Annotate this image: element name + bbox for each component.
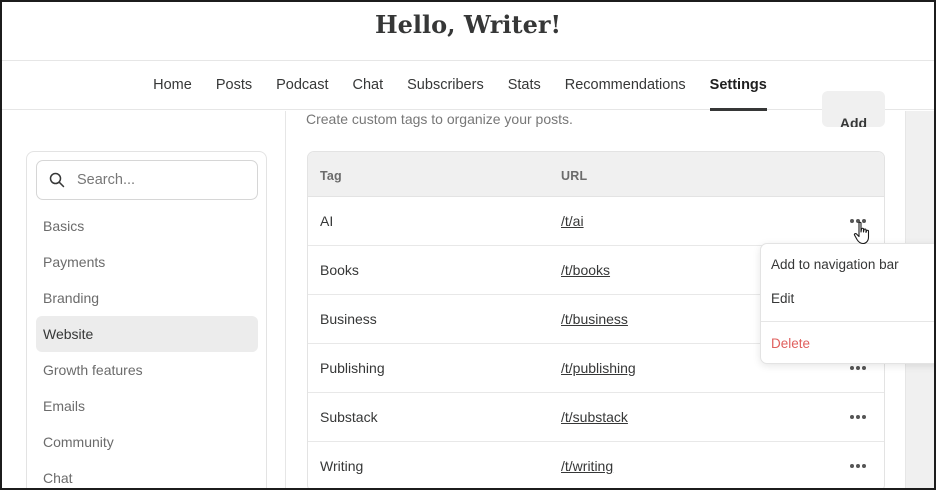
- sidebar-list: Basics Payments Branding Website Growth …: [36, 208, 258, 488]
- tag-name: Substack: [320, 409, 378, 425]
- tag-url-link[interactable]: /t/books: [561, 262, 610, 278]
- settings-sidebar: Basics Payments Branding Website Growth …: [26, 151, 267, 488]
- tab-podcast[interactable]: Podcast: [264, 61, 340, 110]
- add-tag-button[interactable]: Add: [822, 91, 885, 127]
- tag-name: Business: [320, 311, 377, 327]
- divider: [285, 111, 286, 488]
- sidebar-item-basics[interactable]: Basics: [36, 208, 258, 244]
- tab-chat[interactable]: Chat: [341, 61, 396, 110]
- table-row: AI /t/ai: [308, 197, 884, 246]
- tags-subtitle: Create custom tags to organize your post…: [306, 111, 573, 127]
- sidebar-item-branding[interactable]: Branding: [36, 280, 258, 316]
- menu-divider: [761, 321, 934, 322]
- hand-pointer-icon: [853, 221, 870, 245]
- tag-name: AI: [320, 213, 334, 229]
- more-options-button[interactable]: [846, 405, 870, 429]
- tab-settings[interactable]: Settings: [698, 61, 779, 111]
- tag-url-link[interactable]: /t/business: [561, 311, 628, 327]
- sidebar-item-chat[interactable]: Chat: [36, 460, 258, 488]
- tab-stats[interactable]: Stats: [496, 61, 553, 110]
- header: Hello, Writer!: [2, 2, 934, 61]
- menu-item-edit[interactable]: Edit: [771, 291, 794, 306]
- more-horizontal-icon: [849, 415, 854, 419]
- sidebar-item-website[interactable]: Website: [36, 316, 258, 352]
- tag-url-link[interactable]: /t/writing: [561, 458, 613, 474]
- top-nav: Home Posts Podcast Chat Subscribers Stat…: [2, 61, 934, 111]
- tag-name: Books: [320, 262, 359, 278]
- tag-url-link[interactable]: /t/ai: [561, 213, 584, 229]
- tag-url-link[interactable]: /t/substack: [561, 409, 628, 425]
- tag-context-menu: Add to navigation bar Edit Delete: [760, 243, 934, 364]
- sidebar-item-growth-features[interactable]: Growth features: [36, 352, 258, 388]
- sidebar-item-community[interactable]: Community: [36, 424, 258, 460]
- tag-name: Writing: [320, 458, 364, 474]
- more-horizontal-icon: [849, 464, 854, 468]
- sidebar-item-payments[interactable]: Payments: [36, 244, 258, 280]
- search-icon: [49, 172, 65, 188]
- page-title: Hello, Writer!: [374, 10, 562, 39]
- add-tag-label: Add: [839, 115, 868, 127]
- column-header-tag: Tag: [320, 169, 342, 183]
- table-row: Writing /t/writing: [308, 442, 884, 488]
- tab-subscribers[interactable]: Subscribers: [395, 61, 496, 110]
- menu-item-delete[interactable]: Delete: [771, 336, 810, 351]
- app-window: Hello, Writer! Home Posts Podcast Chat S…: [0, 0, 936, 490]
- table-row: Substack /t/substack: [308, 393, 884, 442]
- more-horizontal-icon: [849, 366, 854, 370]
- search-input[interactable]: [77, 172, 247, 188]
- sidebar-item-emails[interactable]: Emails: [36, 388, 258, 424]
- settings-content: Basics Payments Branding Website Growth …: [2, 91, 934, 488]
- tag-url-link[interactable]: /t/publishing: [561, 360, 636, 376]
- table-header: Tag URL: [308, 152, 884, 197]
- tab-posts[interactable]: Posts: [204, 61, 264, 110]
- more-options-button[interactable]: [846, 454, 870, 478]
- tag-name: Publishing: [320, 360, 385, 376]
- tab-recommendations[interactable]: Recommendations: [553, 61, 698, 110]
- search-box[interactable]: [36, 160, 258, 200]
- column-header-url: URL: [561, 169, 588, 183]
- menu-item-add-to-navigation[interactable]: Add to navigation bar: [771, 257, 899, 272]
- tab-home[interactable]: Home: [141, 61, 204, 110]
